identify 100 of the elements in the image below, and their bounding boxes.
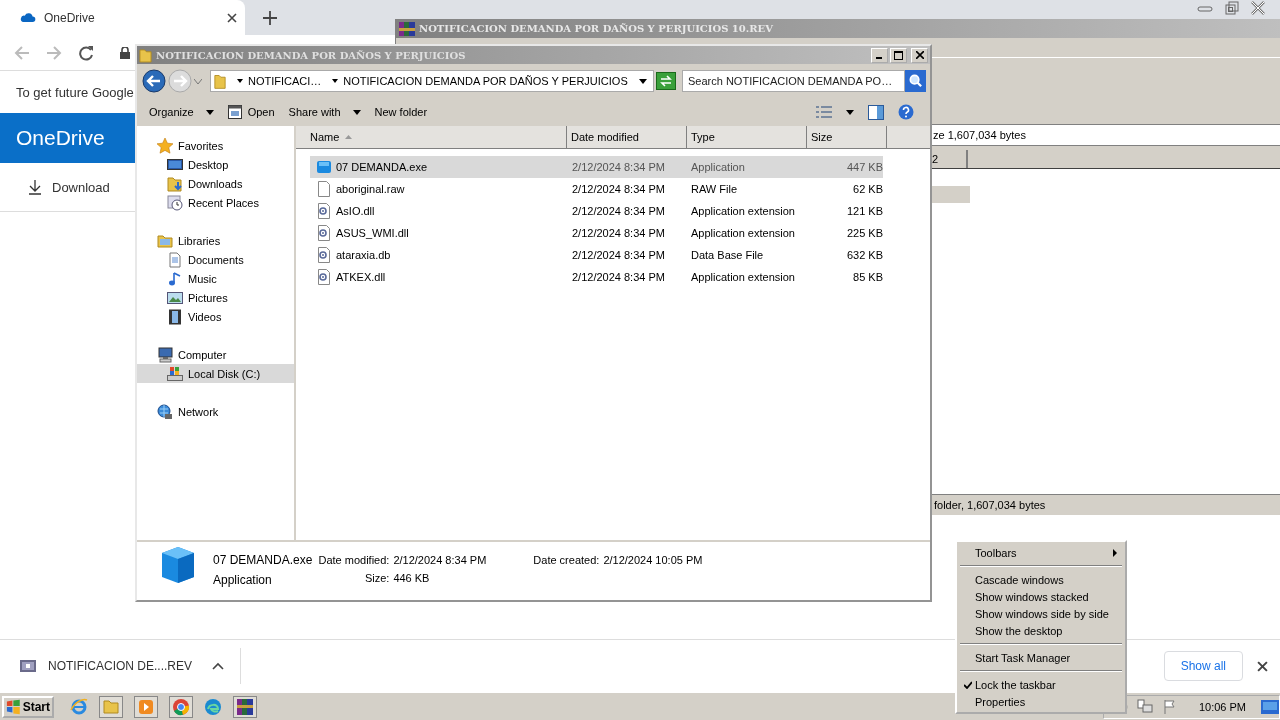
- nav-item[interactable]: Pictures: [137, 288, 294, 307]
- caret-icon[interactable]: [237, 79, 243, 83]
- file-name: AsIO.dll: [336, 205, 375, 217]
- restore-icon[interactable]: [1225, 1, 1239, 15]
- file-row[interactable]: aboriginal.raw 2/12/2024 8:34 PM RAW File 62 KB: [310, 178, 883, 200]
- file-row[interactable]: 07 DEMANDA.exe 2/12/2024 8:34 PM Application 447 KB: [310, 156, 883, 178]
- books-icon: [399, 20, 415, 37]
- folder-icon: [139, 47, 152, 63]
- menu-item[interactable]: Cascade windows: [959, 571, 1123, 588]
- toolbar-button[interactable]: Organize: [149, 106, 214, 118]
- nav-item[interactable]: Computer: [137, 345, 294, 364]
- file-row[interactable]: ATKEX.dll 2/12/2024 8:34 PM Application extension 85 KB: [310, 266, 883, 288]
- menu-item[interactable]: Start Task Manager: [959, 649, 1123, 666]
- menu-item[interactable]: Show windows side by side: [959, 605, 1123, 622]
- nav-item[interactable]: Local Disk (C:): [137, 364, 294, 383]
- download-icon: [28, 179, 42, 195]
- help-icon[interactable]: [898, 104, 914, 120]
- maximize-button[interactable]: [890, 47, 907, 63]
- back-button[interactable]: [142, 69, 166, 93]
- toolbar-button[interactable]: New folder: [374, 106, 428, 118]
- folder-icon[interactable]: [99, 695, 123, 718]
- caret-icon[interactable]: [212, 662, 224, 670]
- menu-item[interactable]: Toolbars: [959, 544, 1123, 561]
- clock[interactable]: 10:06 PM: [1198, 700, 1246, 713]
- file-name: aboriginal.raw: [336, 183, 405, 195]
- browser-tab[interactable]: OneDrive: [0, 0, 245, 35]
- close-button[interactable]: [911, 47, 928, 63]
- refresh-button[interactable]: [656, 72, 676, 90]
- file-row[interactable]: ASUS_WMI.dll 2/12/2024 8:34 PM Application extension 225 KB: [310, 222, 883, 244]
- nav-item[interactable]: Videos: [137, 307, 294, 326]
- nav-item[interactable]: Libraries: [137, 231, 294, 250]
- nav-item[interactable]: Desktop: [137, 155, 294, 174]
- size-cell-text: 62 KB: [852, 183, 883, 195]
- caret-icon: [205, 109, 214, 115]
- file-row[interactable]: AsIO.dll 2/12/2024 8:34 PM Application extension 121 KB: [310, 200, 883, 222]
- media-player-icon[interactable]: [134, 695, 158, 718]
- chrome-icon[interactable]: [169, 695, 193, 718]
- window-icon: [227, 105, 242, 119]
- file-type: Application: [213, 573, 273, 587]
- address-bar[interactable]: NOTIFICACI… NOTIFICACION DEMANDA POR DAÑOS Y PERJUICIOS: [210, 70, 654, 92]
- minimize-icon[interactable]: [1197, 3, 1213, 13]
- preview-pane-icon[interactable]: [868, 104, 884, 120]
- show-all-button[interactable]: Show all: [1163, 651, 1243, 681]
- menu-item[interactable]: Show the desktop: [959, 622, 1123, 639]
- column-header[interactable]: Size: [807, 126, 887, 148]
- show-desktop-icon[interactable]: [1261, 699, 1279, 714]
- nav-item[interactable]: Network: [137, 402, 294, 421]
- network-icon[interactable]: [1136, 698, 1153, 715]
- search-field[interactable]: Search NOTIFICACION DEMANDA PO…: [682, 70, 905, 92]
- new-tab-icon[interactable]: [263, 10, 277, 25]
- status-text: folder, 1,607,034 bytes: [934, 499, 1046, 511]
- type-cell-text: Data Base File: [690, 249, 765, 261]
- books-icon[interactable]: [233, 695, 257, 718]
- toolbar-button[interactable]: Open: [227, 105, 275, 119]
- dropdown-arrow-icon[interactable]: [639, 78, 647, 84]
- film-icon: [167, 308, 183, 325]
- column-header[interactable]: Name: [296, 126, 567, 148]
- field-label: Date created:: [532, 554, 600, 566]
- download-link[interactable]: Download: [28, 179, 110, 195]
- recent-places-icon: [167, 194, 183, 211]
- star-icon: [157, 137, 173, 154]
- settings-file-icon: [316, 225, 332, 241]
- date-cell-text: 2/12/2024 8:34 PM: [571, 249, 666, 261]
- search-button[interactable]: [905, 70, 926, 92]
- nav-item[interactable]: Documents: [137, 250, 294, 269]
- nav-item[interactable]: Recent Places: [137, 193, 294, 212]
- column-header[interactable]: Date modified: [567, 126, 687, 148]
- dropdown-arrow-icon[interactable]: [846, 109, 854, 115]
- file-name: 07 DEMANDA.exe: [213, 553, 313, 567]
- nav-item[interactable]: Music: [137, 269, 294, 288]
- size-cell-text: 447 KB: [845, 161, 883, 173]
- menu-item[interactable]: Lock the taskbar: [959, 676, 1123, 693]
- flag-icon[interactable]: [1161, 698, 1178, 715]
- start-button[interactable]: Start: [2, 695, 54, 718]
- size-cell-text: 632 KB: [845, 249, 883, 261]
- close-icon[interactable]: [1251, 1, 1265, 15]
- application-icon: [316, 159, 332, 175]
- reload-icon[interactable]: [78, 44, 94, 61]
- file-row[interactable]: ataraxia.db 2/12/2024 8:34 PM Data Base File 632 KB: [310, 244, 883, 266]
- column-header[interactable]: Type: [687, 126, 807, 148]
- settings-file-icon: [316, 269, 332, 285]
- close-icon[interactable]: [1257, 660, 1268, 672]
- date-cell-text: 2/12/2024 8:34 PM: [571, 205, 666, 217]
- minimize-button[interactable]: [871, 47, 888, 63]
- caret-icon[interactable]: [332, 79, 339, 83]
- breadcrumb[interactable]: NOTIFICACI…: [248, 75, 322, 87]
- date-cell-text: 2/12/2024 8:34 PM: [571, 271, 666, 283]
- file-name: ATKEX.dll: [336, 271, 386, 283]
- nav-item[interactable]: Favorites: [137, 136, 294, 155]
- size-cell-text: 85 KB: [852, 271, 883, 283]
- download-item[interactable]: NOTIFICACION DE....REV: [20, 648, 241, 684]
- close-icon[interactable]: [227, 12, 237, 23]
- nav-item[interactable]: Downloads: [137, 174, 294, 193]
- breadcrumb[interactable]: NOTIFICACION DEMANDA POR DAÑOS Y PERJUICIOS: [343, 75, 628, 87]
- menu-item[interactable]: Properties: [959, 693, 1123, 710]
- toolbar-button[interactable]: Share with: [288, 106, 361, 118]
- pictures-icon: [167, 289, 183, 306]
- cloud-icon: [20, 12, 36, 23]
- date-cell-text: 2/12/2024 8:34 PM: [571, 227, 666, 239]
- menu-item[interactable]: Show windows stacked: [959, 588, 1123, 605]
